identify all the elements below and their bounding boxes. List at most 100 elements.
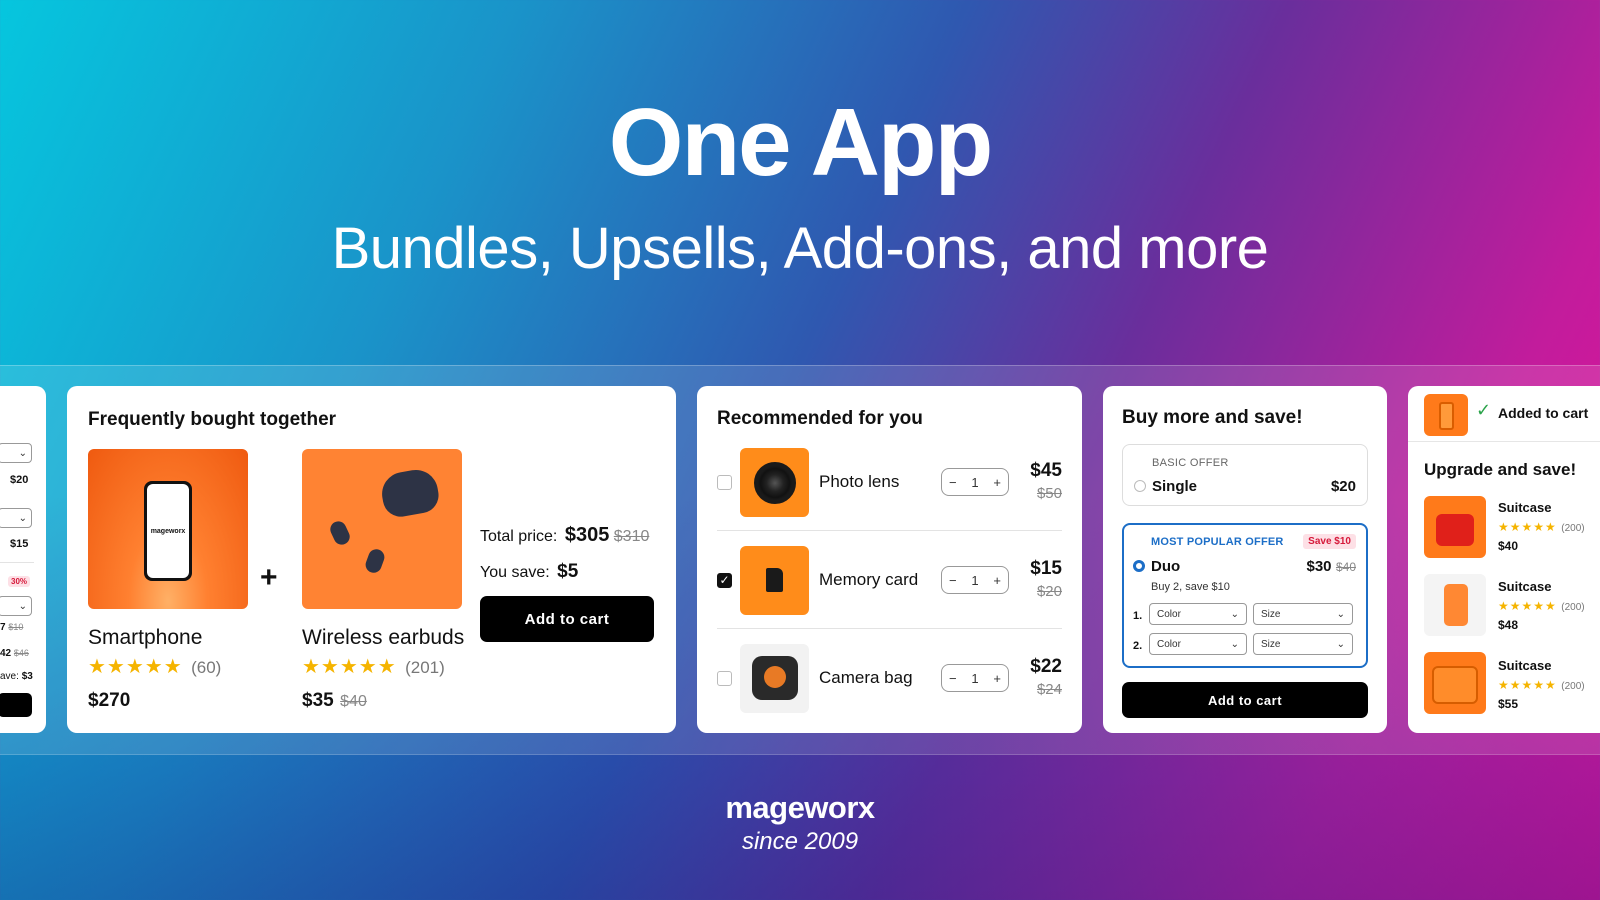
suitcase-image — [1424, 574, 1486, 636]
suitcase-icon — [1432, 666, 1478, 704]
earbuds-image — [302, 449, 462, 609]
camera-bag-image — [740, 644, 809, 713]
plus-icon[interactable]: + — [993, 573, 1001, 588]
recommended-card: Recommended for you Photo lens − 1 + $45… — [697, 386, 1082, 733]
item-name: Camera bag — [819, 668, 913, 687]
upgrade-title: Upgrade and save! — [1424, 460, 1577, 479]
variant-row-number: 1. — [1133, 610, 1143, 622]
plus-icon[interactable]: + — [993, 475, 1001, 490]
partial-line-1: 7 $10 — [0, 622, 24, 633]
size-select[interactable]: Size ⌄ — [1253, 633, 1353, 655]
suitcase-thumb — [1424, 394, 1468, 436]
item-price: $45 — [1030, 460, 1062, 481]
upsell-rating: ★★★★★ (200) — [1498, 520, 1585, 534]
check-icon: ✓ — [719, 573, 730, 587]
minus-icon[interactable]: − — [949, 671, 957, 686]
chevron-down-icon: ⌄ — [1230, 608, 1239, 620]
item-checkbox-checked[interactable]: ✓ — [717, 573, 732, 588]
upsell-name: Suitcase — [1498, 579, 1552, 594]
bag-icon — [752, 656, 798, 700]
chevron-down-icon: ⌄ — [18, 512, 27, 524]
radio-unselected[interactable] — [1134, 480, 1146, 492]
product-rating: ★★★★★ (201) — [302, 654, 445, 679]
review-count: (201) — [405, 658, 445, 677]
partial-select-1[interactable]: ⌄ — [0, 443, 32, 463]
partial-select-2[interactable]: ⌄ — [0, 508, 32, 528]
phone-screen-logo: mageworx — [147, 484, 189, 578]
add-to-cart-button[interactable]: Add to cart — [480, 596, 654, 642]
fbt-card: Frequently bought together mageworx + Sm… — [67, 386, 676, 733]
chevron-down-icon: ⌄ — [18, 600, 27, 612]
phone-icon: mageworx — [144, 481, 192, 581]
product-rating: ★★★★★ (60) — [88, 654, 221, 679]
smartphone-image: mageworx — [88, 449, 248, 609]
quantity-value: 1 — [971, 474, 979, 490]
offer-option-name: Single — [1152, 478, 1198, 495]
minus-icon[interactable]: − — [949, 475, 957, 490]
item-name: Photo lens — [819, 472, 900, 491]
quantity-stepper[interactable]: − 1 + — [941, 664, 1009, 692]
color-select[interactable]: Color ⌄ — [1149, 633, 1247, 655]
star-rating-icon: ★★★★★ — [302, 656, 397, 678]
buymore-card: Buy more and save! BASIC OFFER Single $2… — [1103, 386, 1387, 733]
item-old-price: $24 — [1036, 681, 1062, 698]
plus-icon: + — [260, 561, 278, 594]
product-name: Wireless earbuds — [302, 626, 465, 649]
star-rating-icon: ★★★★★ — [88, 656, 183, 678]
row-divider — [717, 530, 1062, 531]
hero-title: One App — [608, 89, 993, 196]
save-badge: Save $10 — [1303, 534, 1356, 549]
chevron-down-icon: ⌄ — [1336, 638, 1345, 650]
partial-select-3[interactable]: ⌄ — [0, 596, 32, 616]
partial-divider — [0, 562, 34, 563]
suitcase-image — [1424, 496, 1486, 558]
buymore-title: Buy more and save! — [1122, 407, 1303, 428]
upsell-rating: ★★★★★ (200) — [1498, 678, 1585, 692]
variant-row-number: 2. — [1133, 640, 1143, 652]
suitcase-icon — [1444, 584, 1468, 626]
item-old-price: $50 — [1036, 485, 1062, 502]
quantity-value: 1 — [971, 670, 979, 686]
memory-card-image — [740, 546, 809, 615]
size-select[interactable]: Size ⌄ — [1253, 603, 1353, 625]
product-price: $35 $40 — [302, 690, 367, 711]
offer-price: $30 $40 — [1306, 558, 1356, 575]
basic-offer-option[interactable]: BASIC OFFER Single $20 — [1122, 444, 1368, 506]
recommended-title: Recommended for you — [717, 408, 923, 429]
lens-icon — [754, 462, 796, 504]
earbuds-case-icon — [378, 466, 442, 520]
item-price: $15 — [1030, 558, 1062, 579]
color-select[interactable]: Color ⌄ — [1149, 603, 1247, 625]
item-checkbox[interactable] — [717, 671, 732, 686]
chevron-down-icon: ⌄ — [18, 447, 27, 459]
upsell-name: Suitcase — [1498, 658, 1552, 673]
chevron-down-icon: ⌄ — [1336, 608, 1345, 620]
product-name: Smartphone — [88, 626, 203, 649]
upsell-name: Suitcase — [1498, 500, 1552, 515]
quantity-stepper[interactable]: − 1 + — [941, 566, 1009, 594]
sd-card-icon — [766, 568, 783, 592]
partial-button[interactable] — [0, 693, 32, 717]
star-rating-icon: ★★★★★ — [1498, 678, 1557, 692]
quantity-stepper[interactable]: − 1 + — [941, 468, 1009, 496]
added-to-cart-label: Added to cart — [1498, 405, 1589, 421]
offer-price: $20 — [1330, 478, 1356, 495]
photo-lens-image — [740, 448, 809, 517]
add-to-cart-button[interactable]: Add to cart — [1122, 682, 1368, 718]
partial-price-1: $20 — [10, 474, 29, 486]
popular-offer-option[interactable]: MOST POPULAR OFFER Save $10 Duo $30 $40 … — [1122, 523, 1368, 668]
upsell-price: $48 — [1498, 618, 1519, 632]
earbud-left-icon — [327, 518, 353, 548]
radio-selected[interactable] — [1133, 560, 1145, 572]
plus-icon[interactable]: + — [993, 671, 1001, 686]
minus-icon[interactable]: − — [949, 573, 957, 588]
check-icon: ✓ — [1476, 400, 1492, 420]
item-old-price: $20 — [1036, 583, 1062, 600]
brand-logo: mageworx — [725, 790, 875, 825]
since-tagline: since 2009 — [741, 828, 859, 855]
item-checkbox[interactable] — [717, 475, 732, 490]
offer-option-name: Duo — [1151, 558, 1181, 575]
partial-discount-badge: 30% — [8, 576, 31, 587]
chevron-down-icon: ⌄ — [1230, 638, 1239, 650]
added-banner: ✓ Added to cart — [1408, 386, 1600, 442]
